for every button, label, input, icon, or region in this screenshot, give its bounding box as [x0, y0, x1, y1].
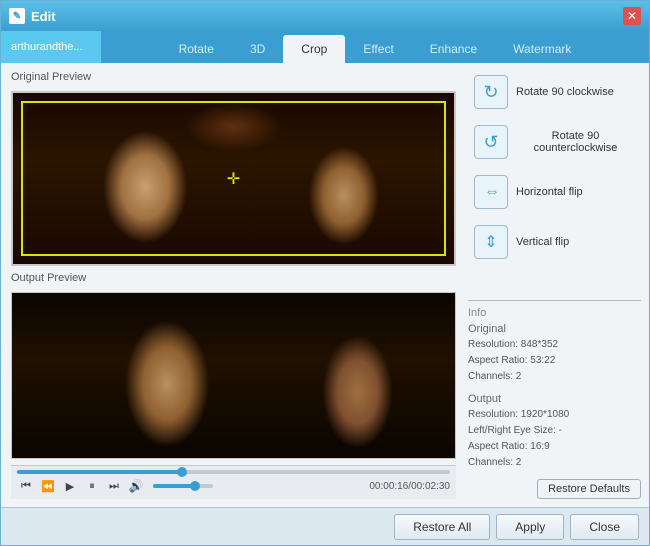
right-panel: ↻ Rotate 90 clockwise ↺ Rotate 90 counte…: [464, 63, 649, 507]
window-title: Edit: [31, 9, 623, 24]
original-resolution: Resolution: 848*352: [468, 337, 641, 353]
original-preview-box: ✛: [11, 91, 456, 266]
titlebar: ✎ Edit ✕: [1, 1, 649, 31]
tab-effect[interactable]: Effect: [345, 35, 411, 63]
output-video-frame: [12, 293, 455, 458]
apply-button[interactable]: Apply: [496, 514, 564, 540]
original-channels: Channels: 2: [468, 369, 641, 385]
rotate-ccw-button[interactable]: ↺ Rotate 90 counterclockwise: [468, 121, 641, 163]
rotate-cw-label: Rotate 90 clockwise: [516, 86, 614, 98]
tab-crop[interactable]: Crop: [283, 35, 345, 63]
app-icon: ✎: [9, 8, 25, 24]
rotate-cw-icon: ↻: [474, 75, 508, 109]
output-preview-label: Output Preview: [11, 272, 456, 284]
progress-track[interactable]: [17, 470, 450, 474]
play-button[interactable]: ▶: [61, 477, 79, 495]
tabs-area: Rotate 3D Crop Effect Enhance Watermark: [101, 31, 649, 63]
controls-row: ⏮ ⏪ ▶ ⏸ ⏭ 🔊 00:00:16/00:02:30: [17, 477, 450, 495]
output-info-group: Output Resolution: 1920*1080 Left/Right …: [468, 393, 641, 471]
file-tab-label: arthurandthe...: [11, 41, 83, 53]
pause-button[interactable]: ⏸: [83, 477, 101, 495]
h-flip-label: Horizontal flip: [516, 186, 583, 198]
original-aspect: Aspect Ratio: 53:22: [468, 353, 641, 369]
rotate-ccw-icon: ↺: [474, 125, 508, 159]
volume-thumb: [190, 481, 200, 491]
output-resolution: Resolution: 1920*1080: [468, 407, 641, 423]
volume-fill: [153, 484, 195, 488]
output-aspect: Aspect Ratio: 16:9: [468, 439, 641, 455]
output-info-label: Output: [468, 393, 641, 405]
rotate-controls: ↻ Rotate 90 clockwise ↺ Rotate 90 counte…: [468, 71, 641, 296]
v-flip-icon: ⇕: [474, 225, 508, 259]
h-flip-icon: ⇔: [474, 175, 508, 209]
volume-icon: 🔊: [127, 477, 145, 495]
info-section: Info Original Resolution: 848*352 Aspect…: [468, 300, 641, 499]
time-display: 00:00:16/00:02:30: [369, 481, 450, 492]
close-icon[interactable]: ✕: [623, 7, 641, 25]
tabbar: arthurandthe... Rotate 3D Crop Effect En…: [1, 31, 649, 63]
progress-fill: [17, 470, 182, 474]
main-content: Original Preview ✛ Output Preview: [1, 63, 649, 507]
output-lr-size: Left/Right Eye Size: -: [468, 423, 641, 439]
bottom-bar: Restore All Apply Close: [1, 507, 649, 545]
left-panel: Original Preview ✛ Output Preview: [1, 63, 464, 507]
playback-area: ⏮ ⏪ ▶ ⏸ ⏭ 🔊 00:00:16/00:02:30: [11, 465, 456, 499]
scene-original: [13, 93, 454, 264]
volume-track[interactable]: [153, 484, 213, 488]
restore-all-button[interactable]: Restore All: [394, 514, 490, 540]
original-info-label: Original: [468, 323, 641, 335]
original-video-frame: [13, 93, 454, 264]
edit-window: ✎ Edit ✕ arthurandthe... Rotate 3D Crop …: [0, 0, 650, 546]
original-preview-label: Original Preview: [11, 71, 456, 83]
file-tab[interactable]: arthurandthe...: [1, 31, 101, 63]
output-preview-box: [11, 292, 456, 459]
restore-defaults-button[interactable]: Restore Defaults: [537, 479, 641, 499]
output-channels: Channels: 2: [468, 455, 641, 471]
tab-enhance[interactable]: Enhance: [412, 35, 495, 63]
progress-bar-row: [17, 470, 450, 474]
rotate-ccw-label: Rotate 90 counterclockwise: [516, 130, 635, 154]
tab-rotate[interactable]: Rotate: [161, 35, 232, 63]
v-flip-button[interactable]: ⇕ Vertical flip: [468, 221, 641, 263]
info-title: Info: [468, 307, 641, 319]
rotate-cw-button[interactable]: ↻ Rotate 90 clockwise: [468, 71, 641, 113]
tab-watermark[interactable]: Watermark: [495, 35, 589, 63]
original-info-group: Original Resolution: 848*352 Aspect Rati…: [468, 323, 641, 385]
tab-3d[interactable]: 3D: [232, 35, 283, 63]
h-flip-button[interactable]: ⇔ Horizontal flip: [468, 171, 641, 213]
close-button[interactable]: Close: [570, 514, 639, 540]
skip-back-button[interactable]: ⏮: [17, 477, 35, 495]
v-flip-label: Vertical flip: [516, 236, 569, 248]
play-back-button[interactable]: ⏪: [39, 477, 57, 495]
skip-fwd-button[interactable]: ⏭: [105, 477, 123, 495]
progress-thumb: [177, 467, 187, 477]
